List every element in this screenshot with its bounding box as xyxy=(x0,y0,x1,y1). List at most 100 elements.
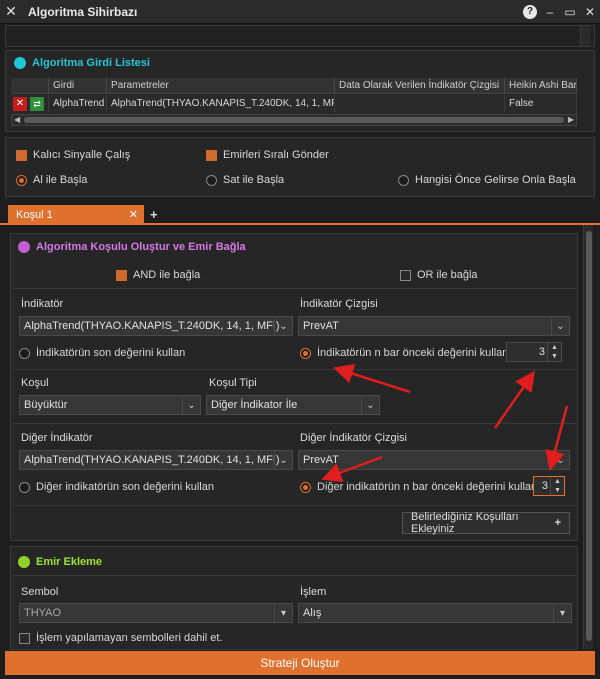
diger-n-bar-spinner[interactable]: 3 ▲ ▼ xyxy=(533,476,565,496)
kosul-label: Koşul xyxy=(21,377,49,389)
minimize-button[interactable]: – xyxy=(540,0,560,24)
girdi-hscrollbar[interactable]: ◀ ▶ xyxy=(11,114,577,126)
radio-selected-icon xyxy=(16,174,27,186)
emir-dot-icon xyxy=(18,556,30,568)
chevron-down-icon[interactable]: ⌄ xyxy=(274,451,292,469)
hangisi-label: Hangisi Önce Gelirse Onla Başla xyxy=(415,174,576,186)
col-girdi[interactable]: Girdi xyxy=(49,78,107,93)
dahil-checkbox[interactable]: İşlem yapılamayan sembolleri dahil et. xyxy=(19,632,222,644)
n-bar-spinner[interactable]: 3 ▲ ▼ xyxy=(506,342,562,362)
kosul-title: Algoritma Koşulu Oluştur ve Emir Bağla xyxy=(36,241,246,253)
diger-cizgi-select[interactable]: PrevAT ⌄ xyxy=(298,450,570,470)
diger-label: Diğer İndikatör xyxy=(21,432,93,444)
row-actions: ✕ ⇄ xyxy=(11,95,49,113)
or-checkbox[interactable]: OR ile bağla xyxy=(400,269,478,281)
strateji-olustur-button[interactable]: Strateji Oluştur xyxy=(5,651,595,675)
spinner-arrows-icon[interactable]: ▲ ▼ xyxy=(550,477,564,495)
cizgi-value: PrevAT xyxy=(303,320,339,332)
sirali-checkbox[interactable]: Emirleri Sıralı Gönder xyxy=(206,149,329,161)
help-button[interactable]: ? xyxy=(520,0,540,24)
main-scrollbar[interactable] xyxy=(583,225,593,649)
hangisi-radio[interactable]: Hangisi Önce Gelirse Onla Başla xyxy=(398,174,576,186)
edit-icon[interactable]: ⇄ xyxy=(30,97,44,111)
window-title: Algoritma Sihirbazı xyxy=(28,4,138,19)
n-bar-radio[interactable]: İndikatörün n bar önceki değerini kullan… xyxy=(300,347,515,359)
indikator-label: İndikatör xyxy=(21,298,64,310)
diger-value: AlphaTrend(THYAO.KANAPIS_T.240DK, 14, 1,… xyxy=(24,454,280,466)
tab-kosul-1[interactable]: Koşul 1 ✕ xyxy=(8,205,144,225)
cell-parametreler: AlphaTrend(THYAO.KANAPIS_T.240DK, 14, 1,… xyxy=(107,95,335,113)
and-checkbox[interactable]: AND ile bağla xyxy=(116,269,200,281)
kosul-select[interactable]: Büyüktür ⌄ xyxy=(19,395,201,415)
and-label: AND ile bağla xyxy=(133,269,201,281)
diger-cizgi-value: PrevAT xyxy=(303,454,339,466)
sembol-select[interactable]: THYAO ▾ xyxy=(19,603,293,623)
restore-button[interactable]: ▭ xyxy=(560,0,580,24)
cizgi-select[interactable]: PrevAT ⌄ xyxy=(298,316,570,336)
cell-girdi: AlphaTrend xyxy=(49,95,107,113)
checkbox-checked-icon xyxy=(16,149,27,161)
diger-n-bar-label: Diğer indikatörün n bar önceki değerini … xyxy=(317,481,544,493)
add-conditions-label: Belirlediğiniz Koşulları Ekleyiniz xyxy=(411,511,519,535)
delete-icon[interactable]: ✕ xyxy=(13,97,27,111)
girdi-title: Algoritma Girdi Listesi xyxy=(32,57,150,69)
chevron-down-icon[interactable]: ⌄ xyxy=(551,317,569,335)
sat-radio[interactable]: Sat ile Başla xyxy=(206,174,284,186)
checkbox-icon xyxy=(19,632,30,644)
col-heikin[interactable]: Heikin Ashi Bar xyxy=(505,78,577,93)
kalici-checkbox[interactable]: Kalıcı Sinyalle Çalış xyxy=(16,149,130,161)
top-strip xyxy=(5,25,595,47)
dahil-label: İşlem yapılamayan sembolleri dahil et. xyxy=(36,632,223,644)
close-button[interactable]: ✕ xyxy=(580,0,600,24)
islem-value: Alış xyxy=(303,607,322,619)
add-conditions-button[interactable]: Belirlediğiniz Koşulları Ekleyiniz + xyxy=(402,511,570,535)
girdi-dot-icon xyxy=(14,57,26,69)
radio-selected-icon xyxy=(300,481,311,493)
islem-label: İşlem xyxy=(300,586,327,598)
sembol-label: Sembol xyxy=(21,586,59,598)
chevron-down-icon[interactable]: ⌄ xyxy=(182,396,200,414)
diger-select[interactable]: AlphaTrend(THYAO.KANAPIS_T.240DK, 14, 1,… xyxy=(19,450,293,470)
table-row[interactable]: ✕ ⇄ AlphaTrend AlphaTrend(THYAO.KANAPIS_… xyxy=(11,95,577,113)
col-data[interactable]: Data Olarak Verilen İndikatör Çizgisi xyxy=(335,78,505,93)
diger-n-bar-value[interactable]: 3 xyxy=(542,480,548,492)
radio-icon xyxy=(398,174,409,186)
scroll-right-icon[interactable]: ▶ xyxy=(568,115,574,124)
islem-select[interactable]: Alış ▾ xyxy=(298,603,572,623)
scroll-left-icon[interactable]: ◀ xyxy=(14,115,20,124)
add-tab-icon[interactable]: + xyxy=(150,207,158,222)
radio-icon xyxy=(19,481,30,493)
main-scroll-thumb[interactable] xyxy=(586,231,592,641)
diger-son-radio[interactable]: Diğer indikatörün son değerini kullan xyxy=(19,481,214,493)
top-scrollbar[interactable] xyxy=(580,26,590,46)
scroll-thumb[interactable] xyxy=(24,117,564,123)
chevron-down-icon[interactable]: ⌄ xyxy=(551,451,569,469)
chevron-down-icon[interactable]: ▾ xyxy=(553,604,571,622)
girdi-header: Algoritma Girdi Listesi xyxy=(14,57,150,69)
diger-son-label: Diğer indikatörün son değerini kullan xyxy=(36,481,214,493)
kosul-panel xyxy=(10,233,578,541)
son-deger-radio[interactable]: İndikatörün son değerini kullan xyxy=(19,347,185,359)
title-bar: ✕ Algoritma Sihirbazı ? – ▭ ✕ xyxy=(0,0,600,24)
diger-cizgi-label: Diğer İndikatör Çizgisi xyxy=(300,432,407,444)
spinner-arrows-icon[interactable]: ▲ ▼ xyxy=(547,343,561,361)
emir-title: Emir Ekleme xyxy=(36,556,103,568)
divider xyxy=(12,575,576,576)
or-label: OR ile bağla xyxy=(417,269,478,281)
chevron-down-icon[interactable]: ⌄ xyxy=(274,317,292,335)
n-bar-value[interactable]: 3 xyxy=(539,346,545,358)
col-parametreler[interactable]: Parametreler xyxy=(107,78,335,93)
kosul-tipi-value: Diğer İndikator İle xyxy=(211,399,298,411)
divider xyxy=(12,505,576,506)
radio-icon xyxy=(206,174,217,186)
close-icon[interactable]: ✕ xyxy=(0,0,22,24)
chevron-down-icon[interactable]: ⌄ xyxy=(361,396,379,414)
al-radio[interactable]: Al ile Başla xyxy=(16,174,87,186)
cizgi-label: İndikatör Çizgisi xyxy=(300,298,378,310)
indikator-select[interactable]: AlphaTrend(THYAO.KANAPIS_T.240DK, 14, 1,… xyxy=(19,316,293,336)
chevron-down-icon[interactable]: ▾ xyxy=(274,604,292,622)
diger-n-bar-radio[interactable]: Diğer indikatörün n bar önceki değerini … xyxy=(300,481,543,493)
tab-close-icon[interactable]: ✕ xyxy=(129,208,138,221)
kosul-tipi-select[interactable]: Diğer İndikator İle ⌄ xyxy=(206,395,380,415)
tab-strip: Koşul 1 ✕ + xyxy=(0,203,600,225)
